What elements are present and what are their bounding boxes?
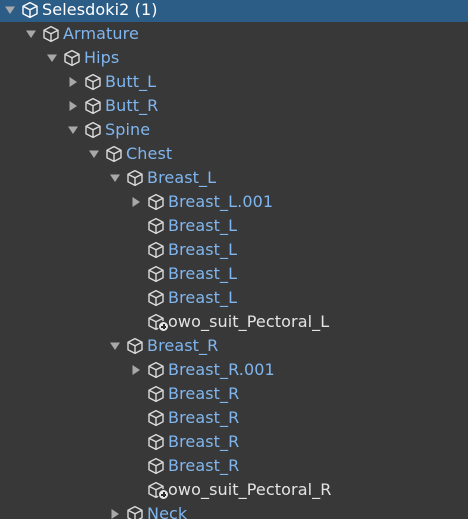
hierarchy-row[interactable]: Breast_R — [0, 406, 468, 430]
cube-icon — [83, 70, 103, 94]
cube-icon — [146, 310, 169, 334]
foldout-spacer — [126, 214, 146, 238]
cube-icon — [104, 142, 124, 166]
cube-icon — [146, 430, 166, 454]
cube-icon — [146, 214, 166, 238]
hierarchy-item-label: Spine — [105, 120, 151, 139]
cube-icon — [83, 94, 103, 118]
hierarchy-item-label: Breast_R — [168, 432, 240, 451]
hierarchy-row[interactable]: Breast_R — [0, 430, 468, 454]
triangle-down-icon[interactable] — [105, 166, 125, 190]
hierarchy-item-label: Hips — [84, 48, 120, 67]
hierarchy-item-label: Breast_L — [147, 168, 217, 187]
cube-icon — [146, 238, 166, 262]
cube-icon — [146, 190, 166, 214]
hierarchy-item-label: Breast_L.001 — [168, 192, 274, 211]
cube-icon — [125, 502, 145, 519]
hierarchy-row[interactable]: owo_suit_Pectoral_R — [0, 478, 468, 502]
triangle-down-icon[interactable] — [84, 142, 104, 166]
hierarchy-item-label: owo_suit_Pectoral_R — [168, 480, 332, 499]
hierarchy-row[interactable]: Breast_L — [0, 262, 468, 286]
hierarchy-item-label: Breast_R — [168, 456, 240, 475]
hierarchy-item-label: Breast_R.001 — [168, 360, 275, 379]
triangle-right-icon[interactable] — [126, 358, 146, 382]
cube-icon — [41, 22, 61, 46]
plus-badge-icon — [158, 321, 169, 332]
cube-icon — [20, 0, 40, 22]
hierarchy-row[interactable]: Selesdoki2 (1) — [0, 0, 468, 22]
hierarchy-item-label: Butt_R — [105, 96, 159, 115]
cube-icon — [146, 286, 166, 310]
hierarchy-row[interactable]: Neck — [0, 502, 468, 519]
foldout-spacer — [126, 238, 146, 262]
cube-icon — [83, 118, 103, 142]
foldout-spacer — [126, 430, 146, 454]
cube-icon — [146, 478, 169, 502]
hierarchy-item-label: Breast_R — [168, 384, 240, 403]
foldout-spacer — [126, 478, 146, 502]
hierarchy-row[interactable]: Armature — [0, 22, 468, 46]
hierarchy-row[interactable]: Breast_R — [0, 382, 468, 406]
triangle-down-icon[interactable] — [21, 22, 41, 46]
triangle-down-icon[interactable] — [63, 118, 83, 142]
triangle-right-icon[interactable] — [63, 94, 83, 118]
hierarchy-row[interactable]: Breast_R — [0, 334, 468, 358]
hierarchy-row[interactable]: owo_suit_Pectoral_L — [0, 310, 468, 334]
cube-icon — [125, 334, 145, 358]
cube-icon — [146, 382, 166, 406]
foldout-spacer — [126, 310, 146, 334]
hierarchy-row[interactable]: Hips — [0, 46, 468, 70]
hierarchy-item-label: Chest — [126, 144, 173, 163]
hierarchy-item-label: Selesdoki2 (1) — [42, 0, 158, 19]
triangle-down-icon[interactable] — [105, 334, 125, 358]
hierarchy-row[interactable]: Breast_R.001 — [0, 358, 468, 382]
hierarchy-row[interactable]: Breast_L — [0, 238, 468, 262]
hierarchy-row[interactable]: Spine — [0, 118, 468, 142]
cube-icon — [146, 262, 166, 286]
triangle-right-icon[interactable] — [126, 190, 146, 214]
triangle-down-icon[interactable] — [42, 46, 62, 70]
hierarchy-row[interactable]: Breast_L.001 — [0, 190, 468, 214]
triangle-right-icon[interactable] — [105, 502, 125, 519]
hierarchy-item-label: Breast_R — [147, 336, 219, 355]
triangle-right-icon[interactable] — [63, 70, 83, 94]
foldout-spacer — [126, 382, 146, 406]
foldout-spacer — [126, 454, 146, 478]
hierarchy-item-label: Breast_L — [168, 216, 238, 235]
hierarchy-item-label: Breast_L — [168, 264, 238, 283]
hierarchy-item-label: Breast_L — [168, 240, 238, 259]
foldout-spacer — [126, 286, 146, 310]
hierarchy-row[interactable]: Breast_L — [0, 166, 468, 190]
cube-icon — [146, 358, 166, 382]
hierarchy-panel: Selesdoki2 (1) Armature Hips Butt_L Butt_R Sp… — [0, 0, 468, 519]
hierarchy-item-label: Breast_R — [168, 408, 240, 427]
hierarchy-row[interactable]: Butt_L — [0, 70, 468, 94]
hierarchy-item-label: Armature — [63, 24, 139, 43]
hierarchy-item-label: owo_suit_Pectoral_L — [168, 312, 330, 331]
hierarchy-row[interactable]: Breast_R — [0, 454, 468, 478]
hierarchy-row[interactable]: Breast_L — [0, 214, 468, 238]
cube-icon — [146, 406, 166, 430]
foldout-spacer — [126, 406, 146, 430]
hierarchy-row[interactable]: Chest — [0, 142, 468, 166]
cube-icon — [125, 166, 145, 190]
plus-badge-icon — [158, 489, 169, 500]
hierarchy-item-label: Butt_L — [105, 72, 157, 91]
hierarchy-item-label: Breast_L — [168, 288, 238, 307]
hierarchy-row[interactable]: Butt_R — [0, 94, 468, 118]
hierarchy-item-label: Neck — [147, 504, 188, 519]
cube-icon — [146, 454, 166, 478]
hierarchy-row[interactable]: Breast_L — [0, 286, 468, 310]
triangle-down-icon[interactable] — [0, 0, 20, 22]
cube-icon — [62, 46, 82, 70]
foldout-spacer — [126, 262, 146, 286]
